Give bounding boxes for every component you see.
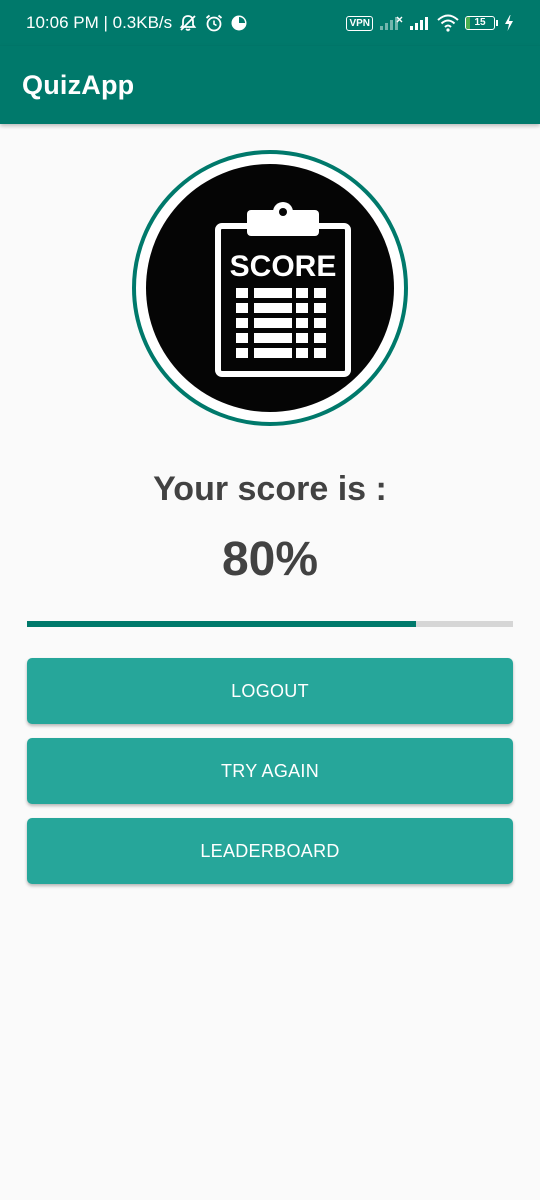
battery-fill — [466, 17, 471, 29]
status-bar-right: VPN 15 — [346, 14, 514, 32]
score-heading: Your score is : — [153, 470, 387, 508]
score-progress-fill — [27, 621, 416, 627]
signal-icon — [409, 15, 431, 31]
score-clipboard-image: SCORE — [132, 150, 408, 426]
mute-notification-icon — [178, 13, 198, 33]
status-time-network: 10:06 PM | 0.3KB/s — [26, 13, 173, 32]
score-progress-bar — [27, 621, 513, 627]
battery-icon: 15 — [465, 16, 498, 30]
data-saver-icon — [230, 14, 248, 32]
status-bar: 10:06 PM | 0.3KB/s VPN 15 — [0, 0, 540, 46]
battery-level: 15 — [474, 17, 486, 28]
charging-icon — [504, 15, 514, 31]
signal-icon — [379, 15, 403, 31]
leaderboard-button[interactable]: LEADERBOARD — [27, 818, 513, 884]
score-value: 80% — [221, 533, 319, 586]
logout-button[interactable]: LOGOUT — [27, 658, 513, 724]
battery-body: 15 — [465, 16, 495, 30]
wifi-icon — [437, 14, 459, 32]
vpn-badge: VPN — [346, 15, 373, 31]
alarm-icon — [204, 13, 224, 33]
score-clipboard-label: SCORE — [230, 250, 337, 283]
score-clipboard-icon: SCORE — [146, 164, 394, 412]
status-bar-left: 10:06 PM | 0.3KB/s — [26, 13, 248, 33]
battery-tip — [496, 20, 498, 26]
try-again-button[interactable]: TRY AGAIN — [27, 738, 513, 804]
app-title: QuizApp — [22, 69, 135, 100]
app-bar: QuizApp — [0, 46, 540, 124]
